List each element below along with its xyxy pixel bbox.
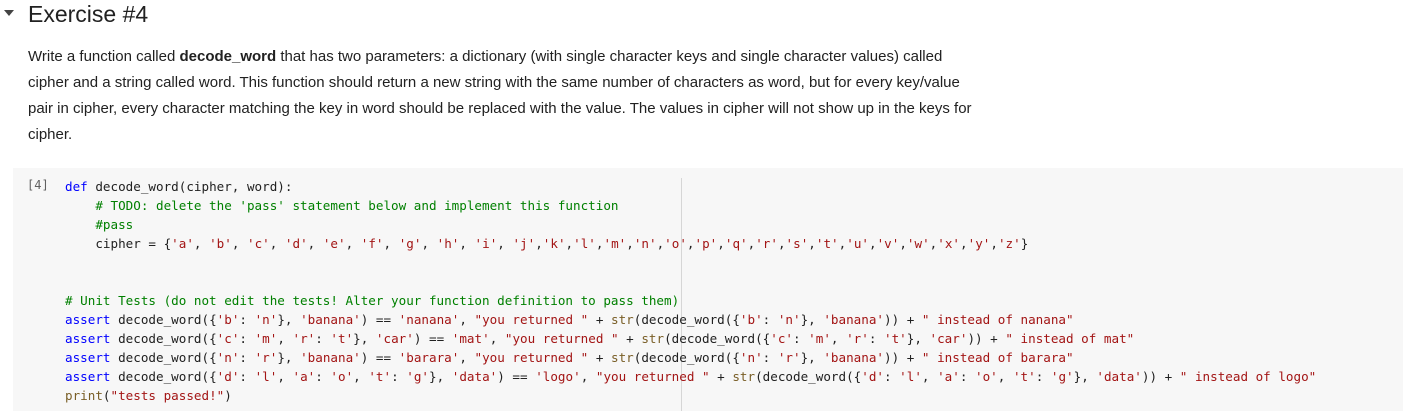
code-line: #pass: [65, 217, 134, 232]
code-line: assert decode_word({'b': 'n'}, 'banana')…: [65, 312, 1074, 327]
code-line: assert decode_word({'n': 'r'}, 'banana')…: [65, 350, 1074, 365]
text-line-1: Write a function called decode_word that…: [28, 44, 1038, 70]
code-line: # Unit Tests (do not edit the tests! Alt…: [65, 293, 680, 308]
execution-count: [4]: [27, 178, 49, 192]
text-line-4: cipher.: [28, 126, 73, 143]
caret-down-icon[interactable]: [4, 10, 14, 16]
function-name-bold: decode_word: [179, 48, 277, 65]
code-line: cipher = {'a', 'b', 'c', 'd', 'e', 'f', …: [65, 236, 1029, 251]
text-line-2: cipher and a string called word. This fu…: [28, 74, 960, 91]
text-cell[interactable]: Write a function called decode_word that…: [28, 44, 1038, 148]
code-line: def decode_word(cipher, word):: [65, 179, 293, 194]
text-segment: that has two parameters: a dictionary (w…: [276, 48, 943, 65]
text-segment: Write a function called: [28, 48, 180, 65]
text-line-3: pair in cipher, every character matching…: [28, 100, 972, 117]
section-title: Exercise #4: [28, 1, 149, 27]
code-line: assert decode_word({'c': 'm', 'r': 't'},…: [65, 331, 1135, 346]
code-line: print("tests passed!"): [65, 388, 232, 403]
code-line: # TODO: delete the 'pass' statement belo…: [65, 198, 619, 213]
code-editor[interactable]: def decode_word(cipher, word): # TODO: d…: [65, 177, 1316, 405]
code-cell[interactable]: [4] def decode_word(cipher, word): # TOD…: [13, 168, 1403, 411]
code-line: assert decode_word({'d': 'l', 'a': 'o', …: [65, 369, 1317, 384]
